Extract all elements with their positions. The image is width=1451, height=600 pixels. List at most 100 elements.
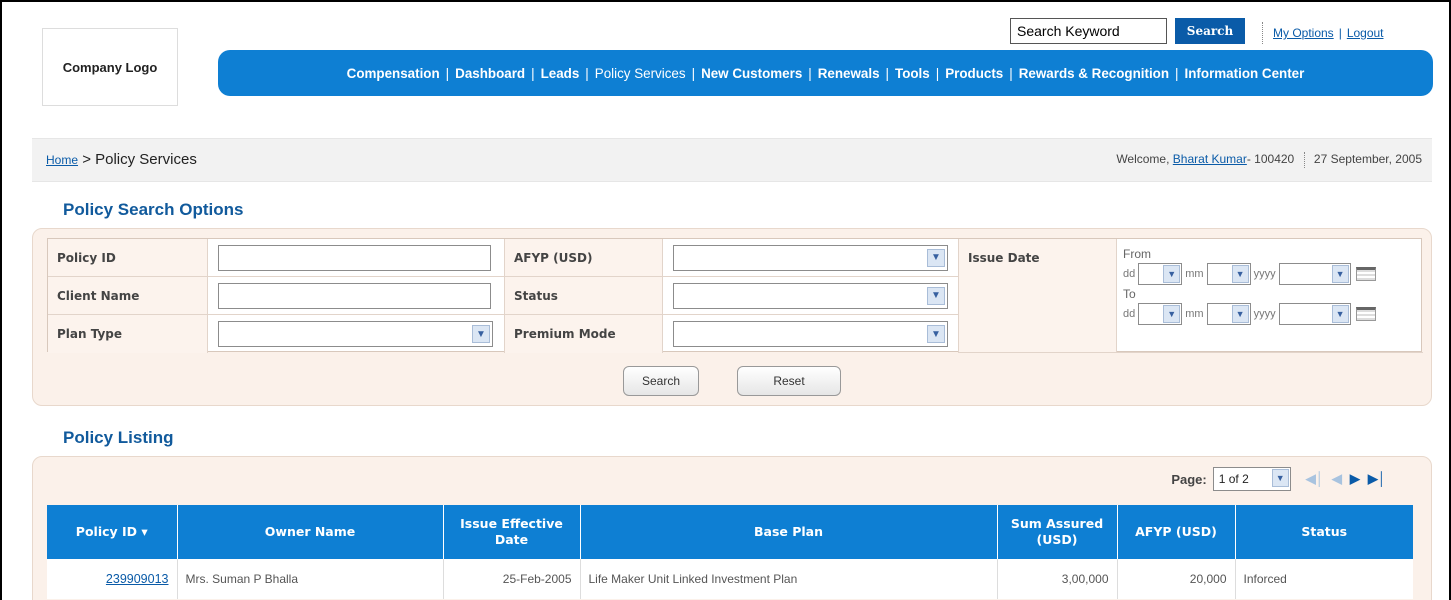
chevron-down-icon: ▼ [1331,265,1349,283]
dd-label: dd [1123,268,1136,280]
table-header-row: Policy ID ▾ Owner Name Issue Effective D… [47,505,1413,559]
policy-search-panel: Policy ID AFYP (USD) ▼ Issue Date From d… [32,228,1432,406]
nav-compensation[interactable]: Compensation [347,66,440,81]
policy-table: Policy ID ▾ Owner Name Issue Effective D… [47,505,1413,599]
chevron-down-icon: ▼ [1231,265,1249,283]
afyp-select[interactable]: ▼ [673,244,948,271]
to-day-select[interactable]: ▼ [1138,303,1183,325]
calendar-icon[interactable] [1355,267,1376,281]
divider [1303,152,1305,168]
plan-type-select[interactable]: ▼ [218,321,493,347]
divider: | [1338,26,1342,40]
policy-listing-panel: Page: 1 of 2 ▼ ◀​│ ◀ ▶ ▶│ Policy ID ▾ Own… [32,456,1432,600]
search-section-title: Policy Search Options [63,200,244,219]
breadcrumb-home[interactable]: Home [46,153,78,167]
premium-mode-label: Premium Mode [505,315,663,353]
col-policy-id[interactable]: Policy ID ▾ [47,505,178,559]
mm-label: mm [1185,268,1204,280]
chevron-down-icon: ▼ [927,325,945,343]
nav-new-customers[interactable]: New Customers [701,66,802,81]
premium-mode-cell: ▼ [663,315,959,353]
from-day-select[interactable]: ▼ [1138,263,1183,285]
table-row: 239909013 Mrs. Suman P Bhalla 25-Feb-200… [47,559,1413,599]
current-date: 27 September, 2005 [1313,152,1422,167]
from-month-select[interactable]: ▼ [1206,263,1251,285]
from-year-select[interactable]: ▼ [1278,263,1351,285]
last-page-icon[interactable]: ▶│ [1368,471,1386,487]
client-name-label: Client Name [48,277,208,315]
from-date-row: dd ▼ mm ▼ yyyy ▼ [1123,263,1423,285]
mm-label: mm [1185,308,1204,320]
welcome-prefix: Welcome, [1116,152,1170,167]
plan-type-cell: ▼ [208,315,505,353]
policy-id-input[interactable] [218,244,491,271]
logo-text: Company Logo [62,59,158,75]
to-month-select[interactable]: ▼ [1206,303,1251,325]
nav-leads[interactable]: Leads [541,66,580,81]
company-logo[interactable]: Company Logo [42,28,178,106]
pagination: Page: 1 of 2 ▼ ◀​│ ◀ ▶ ▶│ [1171,467,1386,491]
page-value: 1 of 2 [1218,472,1249,486]
client-name-cell [208,277,505,315]
status-select[interactable]: ▼ [673,282,948,309]
policy-id-label: Policy ID [48,239,208,277]
from-label: From [1123,247,1151,261]
yyyy-label: yyyy [1253,308,1276,320]
premium-mode-select[interactable]: ▼ [673,321,948,347]
nav-information-center[interactable]: Information Center [1185,66,1305,81]
to-date-row: dd ▼ mm ▼ yyyy ▼ [1123,303,1423,325]
to-label: To [1123,287,1136,301]
afyp-cell: 20,000 [1117,559,1236,599]
col-sum-assured: Sum Assured (USD) [997,505,1118,559]
first-page-icon[interactable]: ◀​│ [1306,471,1324,487]
col-owner-name: Owner Name [177,505,444,559]
page-select[interactable]: 1 of 2 ▼ [1212,467,1291,491]
nav-products[interactable]: Products [945,66,1003,81]
chevron-down-icon: ▼ [472,325,490,343]
prev-page-icon[interactable]: ◀ [1332,471,1342,487]
search-button[interactable]: Search [623,366,699,396]
date-cell: 25-Feb-2005 [443,559,581,599]
client-name-input[interactable] [218,282,491,309]
nav-tools[interactable]: Tools [895,66,930,81]
plan-cell: Life Maker Unit Linked Investment Plan [580,559,998,599]
nav-dashboard[interactable]: Dashboard [455,66,525,81]
breadcrumb-bar: Home > Policy Services Welcome, Bharat K… [32,138,1432,182]
divider [1262,22,1263,44]
col-base-plan: Base Plan [580,505,998,559]
nav-rewards[interactable]: Rewards & Recognition [1019,66,1169,81]
user-name-link[interactable]: Bharat Kumar [1173,152,1247,166]
afyp-label: AFYP (USD) [505,239,663,277]
col-afyp: AFYP (USD) [1117,505,1236,559]
issue-date-cell: From dd ▼ mm ▼ yyyy ▼ To dd ▼ mm ▼ yyyy [1117,239,1423,353]
breadcrumb-separator: > [82,151,91,168]
keyword-search-input[interactable] [1010,18,1167,44]
chevron-down-icon: ▼ [927,248,945,267]
nav-renewals[interactable]: Renewals [818,66,880,81]
chevron-down-icon: ▼ [927,286,945,305]
status-cell: Inforced [1243,572,1287,586]
policy-id-link[interactable]: 239909013 [106,572,169,586]
nav-policy-services[interactable]: Policy Services [595,66,686,81]
keyword-search-button[interactable]: Search [1175,18,1245,44]
afyp-cell: ▼ [663,239,959,277]
yyyy-label: yyyy [1253,268,1276,280]
next-page-icon[interactable]: ▶ [1350,471,1360,487]
owner-cell: Mrs. Suman P Bhalla [177,559,444,599]
policy-id-cell: 239909013 [47,559,178,599]
to-year-select[interactable]: ▼ [1278,303,1351,325]
status-label: Status [505,277,663,315]
dd-label: dd [1123,308,1136,320]
sum-cell: 3,00,000 [997,559,1118,599]
logout-link[interactable]: Logout [1347,26,1384,40]
chevron-down-icon: ▼ [1163,305,1181,323]
page-label: Page: [1171,471,1207,487]
top-search: Search [1010,18,1245,44]
my-options-link[interactable]: My Options [1273,26,1334,40]
status-cell: ▼ [663,277,959,315]
calendar-icon[interactable] [1355,307,1376,321]
reset-button[interactable]: Reset [737,366,841,396]
col-status: Status [1235,505,1413,559]
user-id: - 100420 [1246,152,1295,167]
listing-section-title: Policy Listing [63,428,174,447]
